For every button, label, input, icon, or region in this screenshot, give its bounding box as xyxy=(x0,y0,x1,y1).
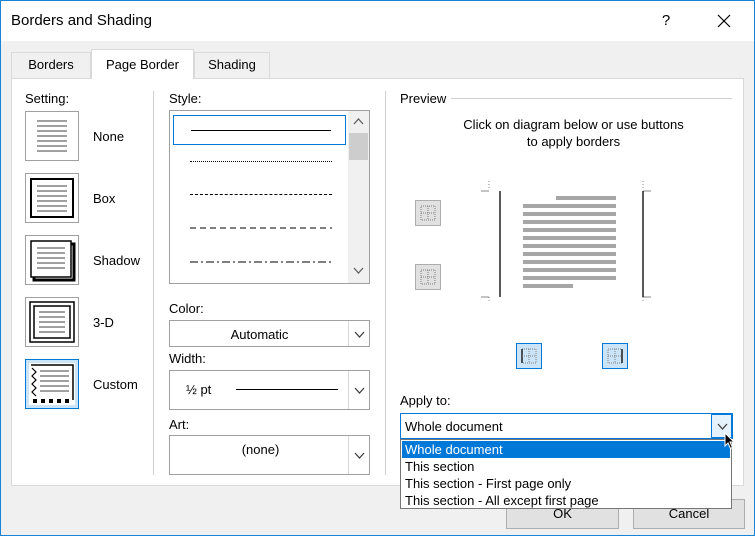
close-button[interactable] xyxy=(705,7,743,35)
apply-to-option[interactable]: This section - First page only xyxy=(402,475,730,492)
setting-box-button[interactable] xyxy=(25,173,79,223)
style-scrollbar[interactable] xyxy=(348,111,369,283)
style-heading: Style: xyxy=(169,91,202,106)
apply-to-value: Whole document xyxy=(405,419,503,434)
tab-page-border[interactable]: Page Border xyxy=(91,49,194,79)
preview-instruction-2: to apply borders xyxy=(526,134,621,149)
tab-label: Borders xyxy=(28,57,74,72)
preview-heading: Preview xyxy=(400,91,447,106)
top-border-icon xyxy=(420,205,436,221)
setting-shadow-button[interactable] xyxy=(25,235,79,285)
scroll-down-icon[interactable] xyxy=(353,267,364,274)
color-dropdown-button[interactable] xyxy=(348,321,369,346)
right-border-button[interactable] xyxy=(602,343,628,369)
art-combo[interactable]: (none) xyxy=(169,435,370,475)
scroll-up-icon[interactable] xyxy=(353,118,364,125)
dialog-window: Borders and Shading ? Borders Page Borde… xyxy=(0,0,755,536)
style-item-dash-dot[interactable] xyxy=(173,248,346,278)
dialog-title: Borders and Shading xyxy=(11,12,152,29)
divider xyxy=(153,91,154,475)
preview-diagram[interactable] xyxy=(481,179,661,303)
apply-to-option[interactable]: This section xyxy=(402,458,730,475)
setting-heading: Setting: xyxy=(25,91,70,106)
close-icon xyxy=(717,14,731,28)
left-border-button[interactable] xyxy=(516,343,542,369)
apply-to-option[interactable]: This section - All except first page xyxy=(402,492,730,509)
left-border-icon xyxy=(521,348,537,364)
apply-to-label: Apply to: xyxy=(400,393,451,408)
setting-3d-button[interactable] xyxy=(25,297,79,347)
style-item-dashed-small[interactable] xyxy=(173,180,346,210)
tab-label: Shading xyxy=(208,57,256,72)
setting-3d-icon xyxy=(29,301,75,343)
preview-heading-rule xyxy=(451,98,732,99)
title-bar: Borders and Shading ? xyxy=(1,1,754,41)
mouse-cursor-icon xyxy=(724,432,736,450)
tab-borders[interactable]: Borders xyxy=(11,52,91,78)
color-combo[interactable]: Automatic xyxy=(169,320,370,347)
setting-none-label: None xyxy=(93,129,125,144)
chevron-down-icon xyxy=(717,423,728,430)
preview-instruction-1: Click on diagram below or use buttons xyxy=(463,117,684,132)
width-value: ½ pt xyxy=(186,382,212,397)
color-value: Automatic xyxy=(230,327,289,342)
chevron-down-icon xyxy=(354,331,365,338)
bottom-border-button[interactable] xyxy=(415,264,441,290)
setting-none-icon xyxy=(37,120,67,152)
setting-3d-label: 3-D xyxy=(93,315,114,330)
chevron-down-icon xyxy=(354,452,365,459)
chevron-down-icon xyxy=(354,387,365,394)
art-dropdown-button[interactable] xyxy=(348,436,369,474)
setting-custom-icon xyxy=(29,363,75,405)
divider xyxy=(385,91,386,475)
apply-to-dropdown-list[interactable]: Whole document This section This section… xyxy=(400,439,732,509)
color-label: Color: xyxy=(169,301,204,316)
apply-to-combo[interactable]: Whole document xyxy=(400,413,733,439)
style-item-dotted[interactable] xyxy=(173,147,346,177)
width-dropdown-button[interactable] xyxy=(348,371,369,409)
bottom-border-icon xyxy=(420,269,436,285)
tab-label: Page Border xyxy=(106,57,179,72)
right-border-icon xyxy=(607,348,623,364)
width-line-sample xyxy=(236,389,338,390)
scroll-thumb[interactable] xyxy=(349,133,368,160)
setting-custom-label: Custom xyxy=(93,377,138,392)
style-item-dashed-large[interactable] xyxy=(173,214,346,244)
style-item-solid[interactable] xyxy=(173,115,346,145)
tab-shading[interactable]: Shading xyxy=(194,52,270,78)
setting-box-icon xyxy=(30,178,74,218)
art-value: (none) xyxy=(241,442,280,457)
width-label: Width: xyxy=(169,351,206,366)
setting-custom-button[interactable] xyxy=(25,359,79,409)
width-combo[interactable]: ½ pt xyxy=(169,370,370,410)
setting-none-button[interactable] xyxy=(25,111,79,161)
apply-to-option[interactable]: Whole document xyxy=(402,441,730,458)
art-label: Art: xyxy=(169,417,190,432)
help-button[interactable]: ? xyxy=(649,7,683,35)
style-list[interactable] xyxy=(169,110,370,284)
setting-shadow-icon xyxy=(30,240,76,282)
setting-box-label: Box xyxy=(93,191,116,206)
setting-shadow-label: Shadow xyxy=(93,253,140,268)
top-border-button[interactable] xyxy=(415,200,441,226)
